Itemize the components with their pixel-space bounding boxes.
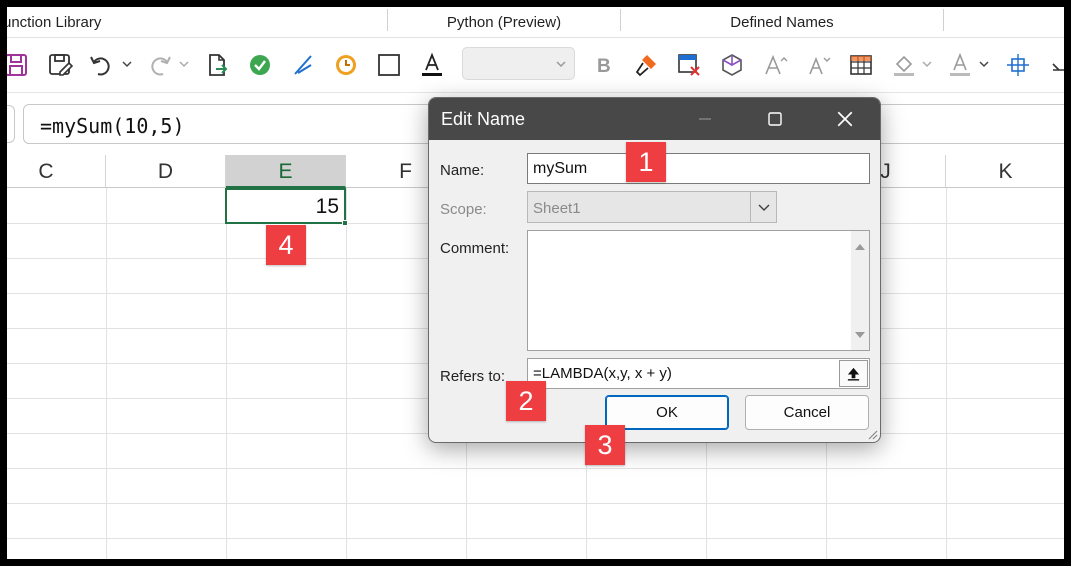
collapse-dialog-button[interactable] — [839, 360, 868, 387]
close-button[interactable] — [810, 98, 880, 140]
clear-format-icon[interactable] — [674, 50, 704, 80]
chevron-down-icon — [757, 204, 770, 212]
active-cell-e1[interactable]: 15 — [225, 188, 346, 224]
resize-grip-icon[interactable] — [866, 428, 878, 440]
increase-font-icon[interactable] — [760, 50, 790, 80]
minimize-icon — [699, 118, 711, 120]
grid-line — [7, 503, 1064, 504]
close-icon — [837, 111, 853, 127]
arrow-up-icon — [847, 367, 860, 381]
column-header-c[interactable]: C — [7, 155, 106, 188]
grid-line — [7, 468, 1064, 469]
ribbon-group-labels: unction Library Python (Preview) Defined… — [7, 7, 1064, 38]
move-icon[interactable] — [1003, 50, 1033, 80]
bold-icon[interactable]: B — [588, 50, 618, 80]
chevron-down-icon[interactable] — [179, 57, 189, 71]
scope-value: Sheet1 — [533, 200, 581, 217]
format-painter-icon[interactable] — [631, 50, 661, 80]
name-label: Name: — [440, 162, 485, 179]
dialog-title: Edit Name — [441, 109, 526, 129]
cube-icon[interactable] — [717, 50, 747, 80]
text-color-icon[interactable] — [945, 50, 975, 80]
comment-label: Comment: — [440, 240, 510, 257]
column-header-k[interactable]: K — [946, 155, 1064, 188]
chevron-down-icon — [556, 61, 566, 68]
scroll-up-icon[interactable] — [851, 241, 869, 253]
minimize-button[interactable] — [670, 98, 740, 140]
step-badge-2: 2 — [506, 381, 546, 421]
comment-textarea[interactable] — [527, 230, 870, 351]
decrease-font-icon[interactable] — [803, 50, 833, 80]
cell-value: 15 — [315, 195, 339, 218]
chevron-down-icon[interactable] — [122, 57, 132, 71]
chevron-down-icon[interactable] — [979, 57, 989, 71]
redo-icon[interactable] — [144, 50, 174, 80]
fill-color-icon[interactable] — [889, 50, 919, 80]
refers-to-label: Refers to: — [440, 368, 506, 385]
scroll-down-icon[interactable] — [851, 329, 869, 341]
step-badge-4: 4 — [266, 225, 306, 265]
formula-text: =mySum(10,5) — [40, 114, 185, 138]
clock-icon[interactable] — [331, 50, 361, 80]
more-icon[interactable] — [1047, 50, 1064, 80]
group-python-preview: Python (Preview) — [446, 14, 562, 31]
pen-icon[interactable] — [288, 50, 318, 80]
step-badge-3: 3 — [585, 425, 625, 465]
name-value: mySum — [533, 160, 588, 177]
svg-text:B: B — [597, 56, 611, 77]
group-function-library: unction Library — [7, 14, 102, 31]
step-badge-1: 1 — [626, 142, 666, 182]
grid-line — [7, 538, 1064, 539]
font-size-select[interactable] — [462, 47, 575, 80]
cancel-button[interactable]: Cancel — [745, 395, 869, 430]
chevron-down-icon[interactable] — [922, 57, 932, 71]
fill-handle[interactable] — [342, 220, 348, 226]
name-field[interactable]: mySum — [527, 153, 870, 184]
borders-icon[interactable] — [846, 50, 876, 80]
rectangle-icon[interactable] — [374, 50, 404, 80]
check-circle-icon[interactable] — [245, 50, 275, 80]
scope-select[interactable]: Sheet1 — [527, 191, 777, 223]
dialog-titlebar[interactable]: Edit Name — [429, 98, 880, 140]
column-header-d[interactable]: D — [106, 155, 226, 188]
refers-to-value: =LAMBDA(x,y, x + y) — [533, 365, 672, 382]
maximize-icon — [768, 112, 782, 126]
document-arrow-icon[interactable] — [202, 50, 232, 80]
excel-window: unction Library Python (Preview) Defined… — [7, 7, 1064, 559]
save-as-icon[interactable] — [45, 50, 75, 80]
screenshot-frame: unction Library Python (Preview) Defined… — [0, 0, 1071, 566]
maximize-button[interactable] — [740, 98, 810, 140]
group-defined-names: Defined Names — [730, 14, 834, 31]
column-header-e[interactable]: E — [226, 155, 346, 188]
quick-toolbar: B — [7, 38, 1064, 93]
comment-scrollbar[interactable] — [851, 231, 869, 350]
save-icon[interactable] — [7, 50, 31, 80]
scope-dropdown-button[interactable] — [750, 192, 776, 222]
undo-icon[interactable] — [87, 50, 117, 80]
font-color-icon[interactable] — [417, 50, 447, 80]
scope-label: Scope: — [440, 201, 487, 218]
name-box-edge[interactable] — [7, 105, 15, 143]
group-separator — [943, 9, 944, 31]
refers-to-field[interactable]: =LAMBDA(x,y, x + y) — [527, 358, 870, 389]
